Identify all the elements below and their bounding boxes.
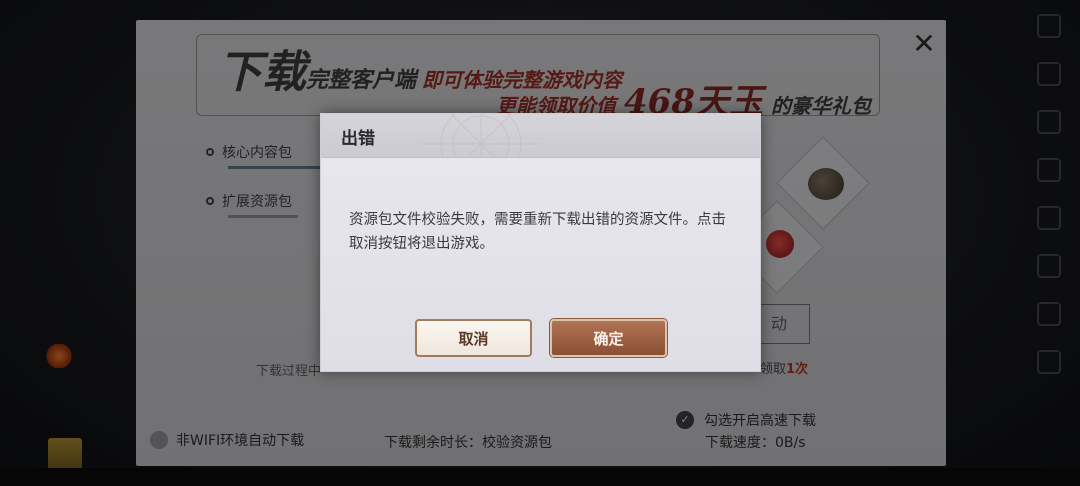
confirm-button[interactable]: 确定 [550, 319, 667, 357]
dialog-header: 出错 [321, 114, 760, 158]
dialog-title: 出错 [341, 129, 375, 149]
cancel-button-label: 取消 [458, 330, 489, 348]
error-dialog: 出错 资源包文件校验失败，需要重新下载出错的资源文件。点击取消按钮将退出游戏。 … [320, 113, 761, 372]
cancel-button[interactable]: 取消 [415, 319, 532, 357]
decorative-rays-icon [421, 114, 541, 157]
confirm-button-label: 确定 [593, 330, 624, 348]
dialog-message: 资源包文件校验失败，需要重新下载出错的资源文件。点击取消按钮将退出游戏。 [349, 212, 726, 252]
